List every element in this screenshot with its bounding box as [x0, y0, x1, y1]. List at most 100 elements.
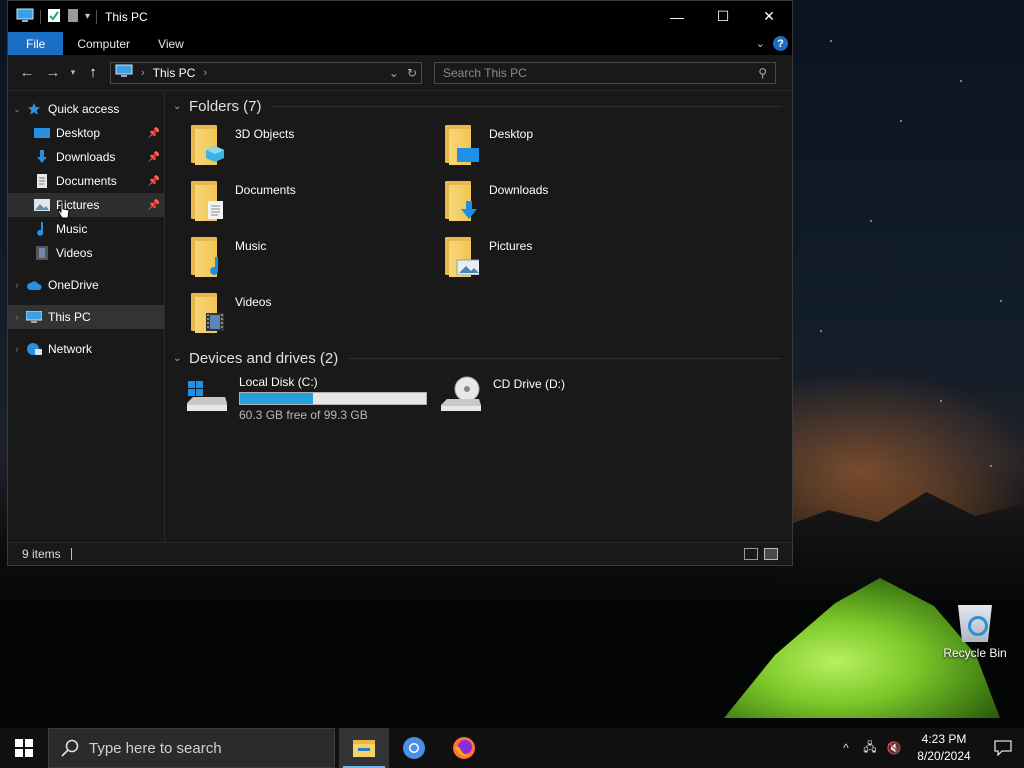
drive-cd-d[interactable]: CD Drive (D:): [439, 371, 693, 427]
cd-drive-icon: [439, 375, 483, 415]
search-box[interactable]: ⚲: [434, 61, 776, 84]
folder-downloads-icon: [443, 179, 479, 221]
address-bar[interactable]: › This PC › ⌄ ↻: [110, 61, 422, 84]
search-icon[interactable]: ⚲: [758, 66, 767, 80]
folder-documents[interactable]: Documents: [189, 175, 443, 231]
nav-item-desktop[interactable]: Desktop 📌: [8, 121, 164, 145]
folder-pictures-icon: [443, 235, 479, 277]
chevron-right-icon[interactable]: ›: [8, 312, 26, 322]
breadcrumb-this-pc[interactable]: This PC: [153, 66, 196, 80]
nav-network[interactable]: › Network: [8, 337, 164, 361]
help-icon[interactable]: ?: [773, 36, 788, 51]
taskbar-file-explorer[interactable]: [339, 728, 389, 768]
clock-time: 4:23 PM: [921, 732, 967, 746]
taskbar-search-placeholder: Type here to search: [89, 739, 222, 757]
minimize-button[interactable]: —: [654, 1, 700, 32]
chevron-up-icon[interactable]: ^: [834, 741, 858, 755]
folder-name: Music: [235, 239, 267, 253]
desktop-hills: [780, 492, 1024, 600]
nav-item-downloads[interactable]: Downloads 📌: [8, 145, 164, 169]
maximize-button[interactable]: ☐: [700, 1, 746, 32]
pin-icon[interactable]: 📌: [148, 176, 160, 187]
up-arrow-icon[interactable]: ↑: [80, 64, 106, 81]
address-history-icon[interactable]: ⌄: [389, 66, 399, 80]
folder-documents-icon: [189, 179, 225, 221]
document-icon: [34, 174, 50, 188]
recent-locations-icon[interactable]: ▾: [66, 67, 80, 78]
recycle-bin-shortcut[interactable]: Recycle Bin: [942, 600, 1008, 660]
firefox-icon: [453, 737, 475, 759]
network-status-icon[interactable]: 🖧: [858, 738, 882, 759]
title-bar[interactable]: ▾ This PC — ☐ ✕: [8, 1, 792, 32]
folder-name: Documents: [235, 183, 296, 197]
refresh-icon[interactable]: ↻: [407, 66, 417, 80]
folder-music-icon: [189, 235, 225, 277]
volume-muted-icon[interactable]: 🔇: [882, 741, 906, 755]
tab-computer[interactable]: Computer: [63, 32, 144, 55]
details-view-icon[interactable]: [744, 548, 758, 560]
drives-grid: Local Disk (C:) 60.3 GB free of 99.3 GB …: [173, 371, 792, 427]
tab-view[interactable]: View: [144, 32, 198, 55]
navigation-pane: ⌄ Quick access Desktop 📌 Downloads 📌 Doc…: [8, 91, 165, 542]
folder-music[interactable]: Music: [189, 231, 443, 287]
pin-icon[interactable]: 📌: [148, 152, 160, 163]
chevron-down-icon[interactable]: ⌄: [8, 104, 26, 115]
this-pc-icon: [26, 310, 42, 324]
taskbar-firefox[interactable]: [439, 728, 489, 768]
customize-toolbar-icon[interactable]: ▾: [85, 11, 90, 22]
drive-local-disk-c[interactable]: Local Disk (C:) 60.3 GB free of 99.3 GB: [185, 371, 439, 427]
new-folder-icon[interactable]: [67, 8, 79, 26]
start-button[interactable]: [0, 728, 48, 768]
chevron-right-icon[interactable]: ›: [141, 67, 145, 79]
taskbar-chromium[interactable]: [389, 728, 439, 768]
nav-this-pc[interactable]: › This PC: [8, 305, 164, 329]
chevron-down-icon[interactable]: ⌄: [173, 353, 189, 364]
chevron-right-icon[interactable]: ›: [8, 280, 26, 290]
nav-label: Desktop: [56, 126, 101, 140]
cloud-icon: [26, 278, 42, 292]
nav-label: Network: [48, 342, 93, 356]
nav-item-videos[interactable]: Videos: [8, 241, 164, 265]
expand-ribbon-icon[interactable]: ⌄: [756, 37, 765, 50]
pin-icon[interactable]: 📌: [148, 128, 160, 139]
picture-icon: [34, 198, 50, 212]
folders-grid: 3D Objects Desktop Documents Downloads M…: [173, 119, 792, 343]
folders-group-header[interactable]: ⌄ Folders (7): [173, 93, 792, 119]
nav-item-music[interactable]: Music: [8, 217, 164, 241]
tab-file[interactable]: File: [8, 32, 64, 55]
clock-date: 8/20/2024: [917, 749, 971, 763]
back-arrow-icon[interactable]: ←: [14, 64, 40, 81]
clock[interactable]: 4:23 PM 8/20/2024: [906, 731, 982, 765]
taskbar-search-box[interactable]: Type here to search: [48, 728, 335, 768]
nav-item-pictures[interactable]: Pictures 📌: [8, 193, 164, 219]
close-button[interactable]: ✕: [746, 1, 792, 32]
recycle-bin-icon: [958, 605, 992, 642]
nav-quick-access[interactable]: ⌄ Quick access: [8, 97, 164, 121]
chevron-right-icon[interactable]: ›: [203, 67, 207, 79]
properties-icon[interactable]: [47, 8, 61, 26]
file-explorer-window: ▾ This PC — ☐ ✕ File Computer View ⌄ ? ←…: [7, 0, 793, 566]
large-icons-view-icon[interactable]: [764, 548, 778, 560]
forward-arrow-icon[interactable]: →: [40, 64, 66, 81]
nav-label: Videos: [56, 246, 93, 260]
desktop-icon: [34, 126, 50, 140]
folder-videos[interactable]: Videos: [189, 287, 443, 343]
folder-name: 3D Objects: [235, 127, 295, 141]
nav-label: This PC: [48, 310, 91, 324]
nav-onedrive[interactable]: › OneDrive: [8, 273, 164, 297]
folder-desktop[interactable]: Desktop: [443, 119, 697, 175]
folder-pictures[interactable]: Pictures: [443, 231, 697, 287]
search-input[interactable]: [443, 65, 759, 80]
folder-name: Pictures: [489, 239, 533, 253]
chevron-right-icon[interactable]: ›: [8, 344, 26, 354]
navigation-bar: ← → ▾ ↑ › This PC › ⌄ ↻ ⚲: [8, 55, 792, 91]
nav-item-documents[interactable]: Documents 📌: [8, 169, 164, 193]
drives-group-header[interactable]: ⌄ Devices and drives (2): [173, 345, 792, 371]
pin-icon[interactable]: 📌: [148, 200, 160, 211]
folder-downloads[interactable]: Downloads: [443, 175, 697, 231]
notification-icon[interactable]: [982, 740, 1024, 756]
drive-name: CD Drive (D:): [493, 377, 565, 391]
chevron-down-icon[interactable]: ⌄: [173, 101, 189, 112]
group-title: Devices and drives (2): [189, 349, 339, 367]
folder-3d-objects[interactable]: 3D Objects: [189, 119, 443, 175]
